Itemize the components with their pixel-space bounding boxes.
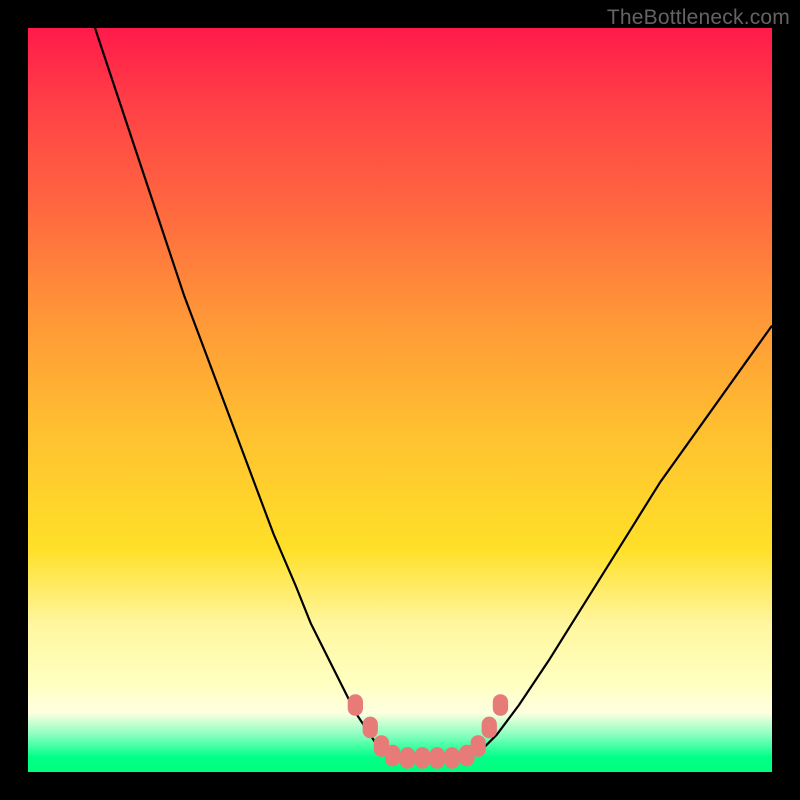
valley-marker [471,735,486,757]
valley-marker [430,747,445,769]
valley-marker [400,747,415,769]
plot-area [28,28,772,772]
valley-marker [493,694,508,716]
attribution-text: TheBottleneck.com [607,6,790,30]
curve-layer [28,28,772,772]
outer-frame: TheBottleneck.com [0,0,800,800]
bottleneck-curve [95,28,772,759]
valley-marker [444,747,459,769]
valley-marker [348,694,363,716]
valley-marker [385,745,400,767]
valley-marker [482,717,497,739]
valley-marker [363,717,378,739]
valley-marker [415,747,430,769]
